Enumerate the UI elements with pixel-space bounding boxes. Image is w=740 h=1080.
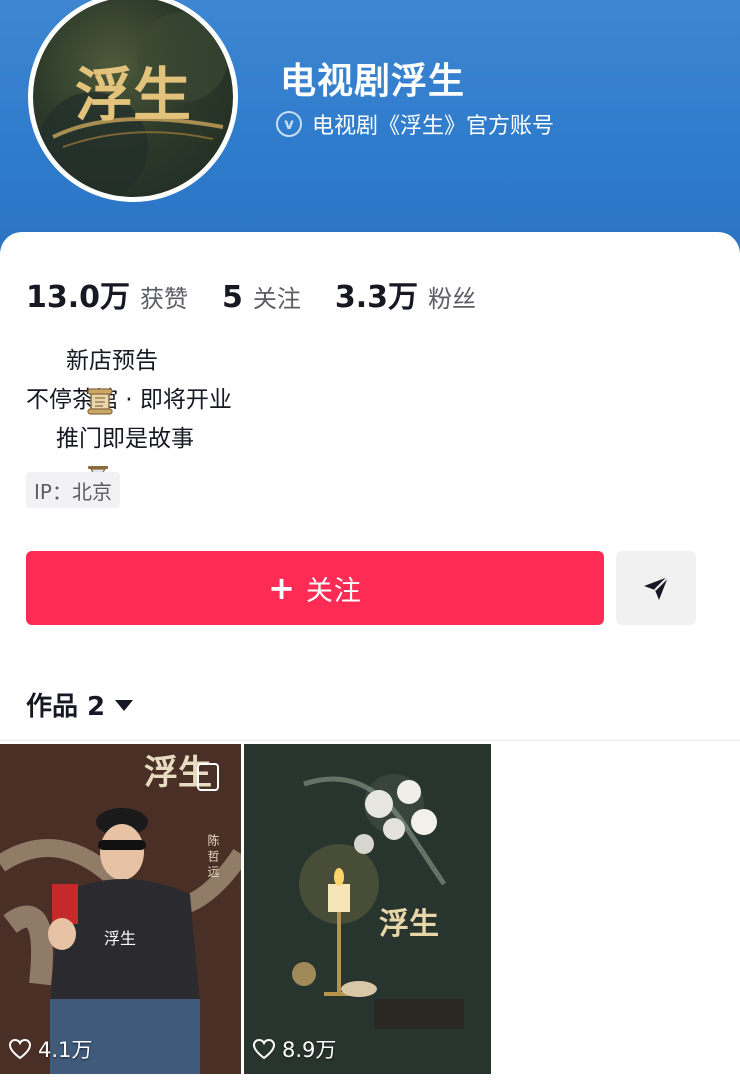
works-grid: 浮生 陈 哲 远 浮生 4.1万 浮生 8.9万 <box>0 744 740 1074</box>
bio-line-1-text: 新店预告 <box>66 348 158 374</box>
work-1-likes-count: 4.1万 <box>38 1038 93 1062</box>
ip-location-tag: IP：北京 <box>26 472 120 508</box>
works-tab-label: 作品 2 <box>26 692 106 722</box>
chevron-down-icon <box>115 700 134 711</box>
share-button[interactable] <box>616 551 696 625</box>
profile-name: 电视剧浮生 <box>280 61 466 102</box>
followers-label[interactable]: 粉丝 <box>428 279 476 314</box>
profile-card: 13.0万 获赞 5 关注 3.3万 粉丝 新店预告 不停茶馆 · 即将开业 推… <box>0 232 740 1080</box>
following-label[interactable]: 关注 <box>253 279 301 314</box>
hourglass-icon <box>26 425 108 492</box>
work-item-1[interactable]: 浮生 陈 哲 远 浮生 4.1万 <box>0 744 241 1074</box>
work-thumbnail-1: 浮生 陈 哲 远 浮生 <box>0 744 241 1074</box>
works-tab[interactable]: 作品 2 <box>26 686 134 723</box>
avatar-artwork: 浮生 <box>38 12 228 197</box>
likes-label: 获赞 <box>140 285 189 313</box>
svg-text:浮生: 浮生 <box>104 929 136 948</box>
scroll-icon <box>26 347 113 415</box>
bio: 新店预告 不停茶馆 · 即将开业 推门即是故事 <box>26 342 232 492</box>
divider <box>0 740 740 741</box>
work-1-likes: 4.1万 <box>8 1034 92 1064</box>
work-1-side-name: 陈 哲 远 <box>206 833 220 878</box>
bio-line-1: 新店预告 <box>26 342 232 415</box>
work-item-2[interactable]: 浮生 8.9万 <box>244 744 491 1074</box>
verification-text: 电视剧《浮生》官方账号 <box>312 114 555 139</box>
verification-row: v 电视剧《浮生》官方账号 <box>276 108 554 140</box>
followers-count[interactable]: 3.3万 <box>335 272 418 316</box>
avatar-title: 浮生 <box>75 61 191 129</box>
follow-button[interactable]: + 关注 <box>26 551 604 625</box>
work-2-likes: 8.9万 <box>252 1034 336 1064</box>
following-count[interactable]: 5 <box>222 280 243 315</box>
verified-icon: v <box>276 111 302 137</box>
send-icon <box>644 576 669 600</box>
stats-row: 13.0万 获赞 5 关注 3.3万 粉丝 <box>26 272 510 316</box>
follow-button-label: 关注 <box>305 575 362 607</box>
plus-icon: + <box>268 569 296 607</box>
heart-icon <box>8 1038 32 1060</box>
work-1-overlay-title: 浮生 <box>144 753 212 793</box>
work-thumbnail-2: 浮生 <box>244 744 491 1074</box>
likes-count: 13.0万 <box>26 280 131 315</box>
heart-icon <box>252 1038 276 1060</box>
work-2-overlay-title: 浮生 <box>379 907 439 942</box>
work-2-likes-count: 8.9万 <box>282 1038 337 1062</box>
bio-line-3-text: 推门即是故事 <box>56 426 194 452</box>
avatar[interactable]: 浮生 <box>28 0 238 202</box>
